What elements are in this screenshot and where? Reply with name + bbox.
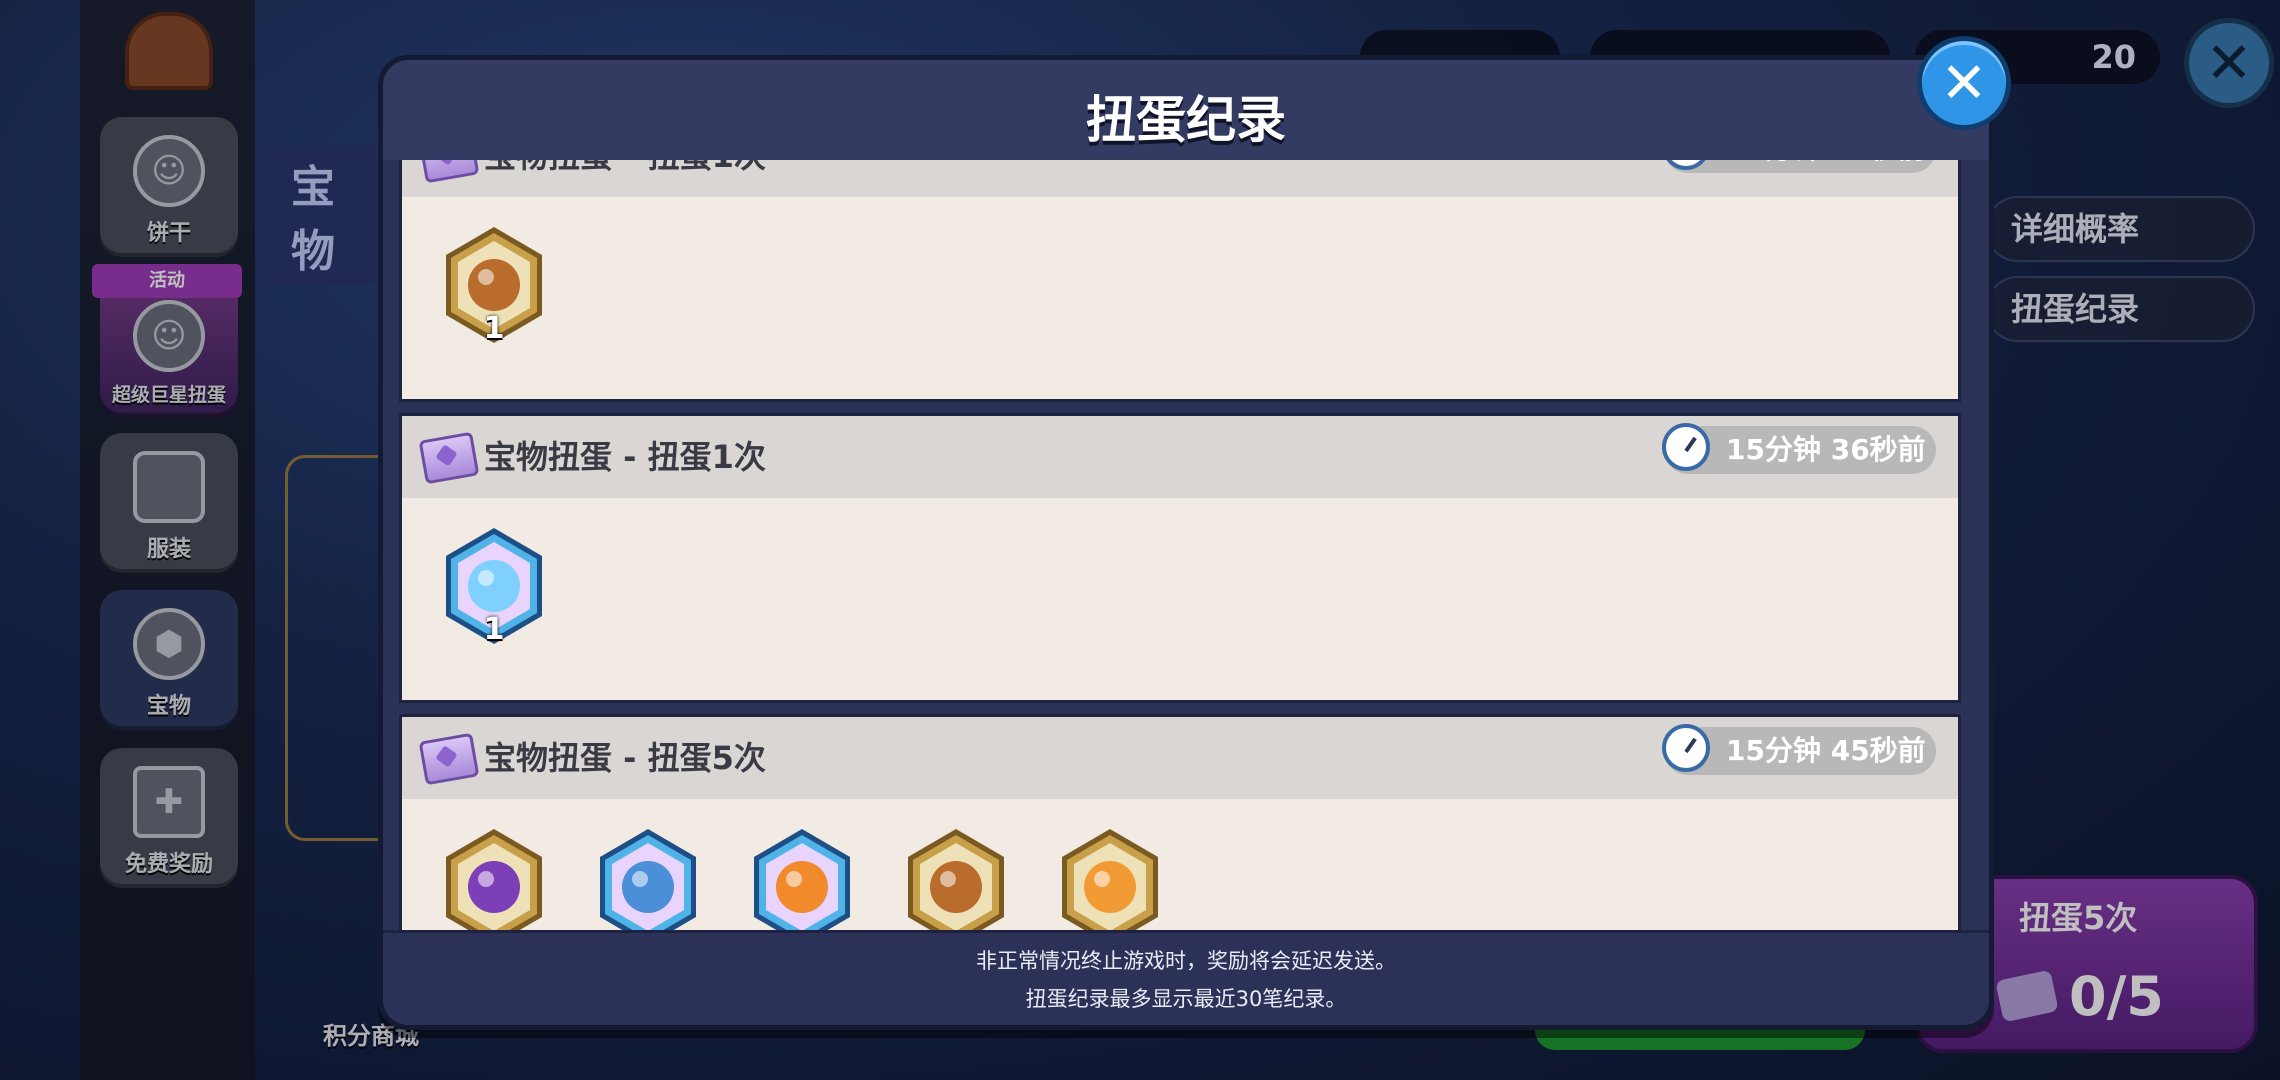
orange-creature-icon[interactable] [1058, 827, 1162, 947]
close-icon: ✕ [1940, 50, 1988, 116]
modal-header: 扭蛋纪录 [383, 60, 1989, 160]
history-list[interactable]: 宝物扭蛋 - 扭蛋1次 14分钟 11秒前 1 宝物扭蛋 - 扭蛋1次 15分钟 36秒… [399, 160, 1963, 992]
record-items: 1 [442, 225, 546, 346]
gacha-ticket-icon [418, 431, 480, 485]
record-header: 宝物扭蛋 - 扭蛋1次 15分钟 36秒前 [402, 416, 1958, 498]
close-modal-button[interactable]: ✕ [1917, 36, 2011, 130]
modal-footer: 非正常情况终止游戏时，奖励将会延迟发送。 扭蛋纪录最多显示最近30笔纪录。 [383, 930, 1989, 1025]
item-quantity: 1 [483, 612, 505, 647]
history-list-scroll: 宝物扭蛋 - 扭蛋1次 14分钟 11秒前 1 宝物扭蛋 - 扭蛋1次 15分钟 36秒… [399, 160, 1963, 992]
gacha-ticket-icon [418, 160, 480, 184]
clock-icon [1662, 423, 1710, 471]
footer-note-delay: 非正常情况终止游戏时，奖励将会延迟发送。 [976, 949, 1396, 973]
record-header: 宝物扭蛋 - 扭蛋1次 14分钟 11秒前 [402, 160, 1958, 197]
record-time: 15分钟 45秒前 [1662, 724, 1936, 775]
pickaxe-icon[interactable] [596, 827, 700, 947]
spirit-orb-icon[interactable]: 1 [442, 526, 546, 647]
item-quantity: 1 [483, 311, 505, 346]
record-header: 宝物扭蛋 - 扭蛋5次 15分钟 45秒前 [402, 717, 1958, 799]
record-time-text: 15分钟 45秒前 [1726, 734, 1926, 767]
record-title: 宝物扭蛋 - 扭蛋1次 [484, 438, 766, 476]
modal-title: 扭蛋纪录 [1086, 91, 1286, 149]
gacha-ticket-icon [418, 732, 480, 786]
record-items: 1 [442, 526, 546, 647]
clock-icon [1662, 724, 1710, 772]
record-time-text: 15分钟 36秒前 [1726, 433, 1926, 466]
history-record: 宝物扭蛋 - 扭蛋1次 15分钟 36秒前 1 [399, 413, 1961, 703]
record-title: 宝物扭蛋 - 扭蛋1次 [484, 160, 766, 177]
footer-note-limit: 扭蛋纪录最多显示最近30笔纪录。 [1025, 987, 1347, 1011]
flame-icon[interactable] [750, 827, 854, 947]
purple-swirl-icon[interactable] [442, 827, 546, 947]
history-record: 宝物扭蛋 - 扭蛋1次 14分钟 11秒前 1 [399, 160, 1961, 402]
gacha-history-modal: 扭蛋纪录 宝物扭蛋 - 扭蛋1次 14分钟 11秒前 1 宝物扭蛋 - 扭蛋1次 15分… [378, 55, 1994, 1030]
treasure-chest-icon[interactable]: 1 [442, 225, 546, 346]
record-title: 宝物扭蛋 - 扭蛋5次 [484, 739, 766, 777]
treasure-chest-icon[interactable] [904, 827, 1008, 947]
record-items [442, 827, 1162, 947]
record-time-text: 14分钟 11秒前 [1726, 160, 1926, 165]
record-time: 14分钟 11秒前 [1662, 160, 1936, 173]
record-time: 15分钟 36秒前 [1662, 423, 1936, 474]
clock-icon [1662, 160, 1710, 170]
